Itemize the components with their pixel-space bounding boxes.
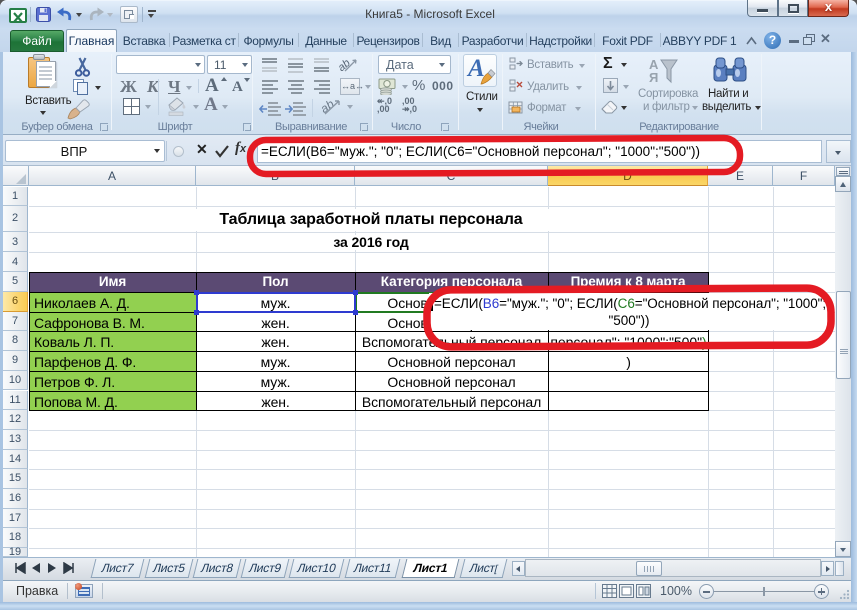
- svg-text:ab: ab: [321, 97, 337, 116]
- svg-text:Я: Я: [649, 70, 658, 85]
